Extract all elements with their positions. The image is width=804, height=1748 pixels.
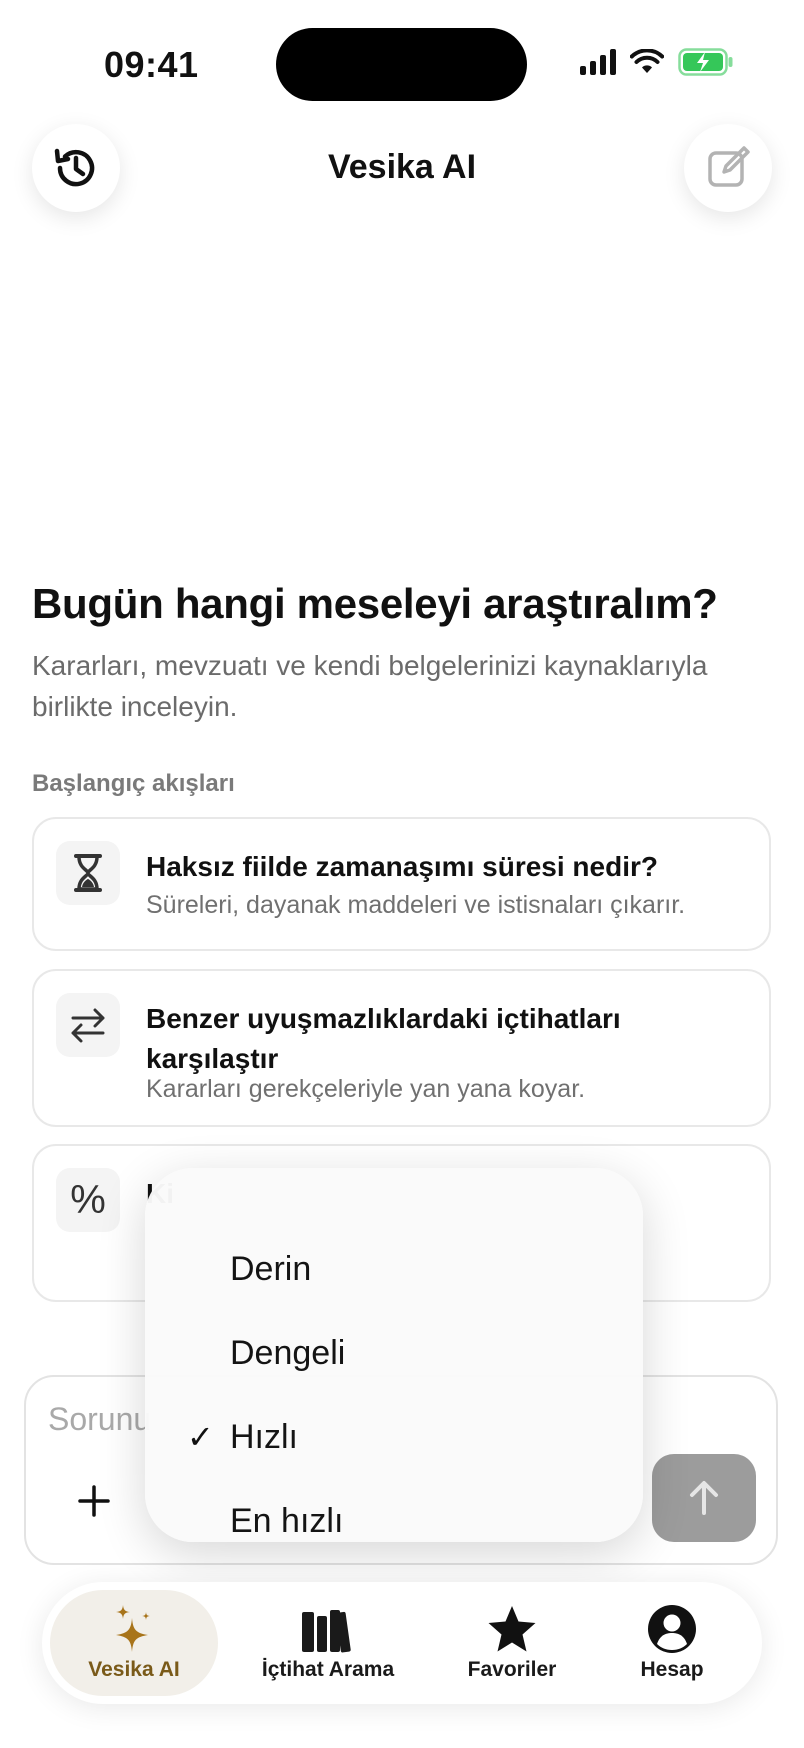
prompt-input[interactable]: Sorunu	[48, 1401, 151, 1438]
mode-option-hizli[interactable]: ✓ Hızlı	[145, 1395, 643, 1479]
star-icon	[488, 1606, 536, 1652]
hourglass-icon	[56, 841, 120, 905]
tab-hesap[interactable]: Hesap	[612, 1590, 732, 1696]
mode-option-dengeli[interactable]: Dengeli	[145, 1311, 643, 1395]
cellular-signal-icon	[580, 49, 616, 75]
arrow-up-icon	[690, 1481, 718, 1515]
attach-button[interactable]	[70, 1479, 118, 1527]
dynamic-island	[276, 28, 527, 101]
starters-label: Başlangıç akışları	[32, 770, 235, 797]
tab-vesika-ai[interactable]: Vesika AI	[50, 1590, 218, 1696]
compose-icon	[708, 146, 750, 187]
hero-title: Bugün hangi meseleyi araştıralım?	[32, 580, 718, 627]
status-time: 09:41	[104, 44, 199, 85]
tab-favoriler[interactable]: Favoriler	[442, 1590, 582, 1696]
checkmark-icon: ✓	[187, 1419, 214, 1455]
mode-option-label: Derin	[230, 1249, 312, 1288]
status-icons	[580, 48, 734, 76]
tab-label: İçtihat Arama	[261, 1658, 395, 1681]
send-button[interactable]	[652, 1454, 756, 1542]
person-icon	[648, 1605, 696, 1653]
percent-icon: %	[56, 1168, 120, 1232]
mode-option-derin[interactable]: Derin	[145, 1227, 643, 1311]
tab-label: Favoriler	[467, 1658, 557, 1681]
mode-option-en-hizli[interactable]: En hızlı	[145, 1479, 643, 1542]
starter-card-subtitle: Kararları gerekçeleriyle yan yana koyar.	[146, 1075, 586, 1103]
mode-option-label: En hızlı	[230, 1501, 344, 1540]
hero-subtitle: Kararları, mevzuatı ve kendi belgelerini…	[32, 650, 708, 722]
books-icon	[302, 1610, 351, 1653]
mode-option-label: Hızlı	[230, 1417, 298, 1456]
tab-label: Hesap	[640, 1658, 704, 1681]
tab-ictihat-arama[interactable]: İçtihat Arama	[236, 1590, 420, 1696]
tab-label: Vesika AI	[88, 1658, 180, 1681]
wifi-icon	[630, 49, 664, 73]
starter-card-subtitle: Süreleri, dayanak maddeleri ve istisnala…	[146, 891, 686, 919]
starter-card-compare[interactable]: Benzer uyuşmazlıklardaki içtihatları kar…	[32, 969, 771, 1127]
starter-card-limitation[interactable]: Haksız fiilde zamanaşımı süresi nedir? S…	[32, 817, 771, 951]
sparkles-icon	[116, 1605, 150, 1652]
starter-card-title: Benzer uyuşmazlıklardaki içtihatları kar…	[146, 1003, 621, 1074]
plus-icon	[78, 1485, 110, 1517]
new-chat-button[interactable]	[684, 124, 772, 212]
compare-arrows-icon	[56, 993, 120, 1057]
starter-card-title: Haksız fiilde zamanaşımı süresi nedir?	[146, 851, 658, 882]
battery-charging-icon	[678, 48, 733, 76]
tab-bar: Vesika AI İçtihat Arama Favoriler Hesap	[42, 1582, 762, 1704]
mode-menu: Derin Dengeli ✓ Hızlı En hızlı	[145, 1168, 643, 1542]
mode-option-label: Dengeli	[230, 1333, 346, 1372]
